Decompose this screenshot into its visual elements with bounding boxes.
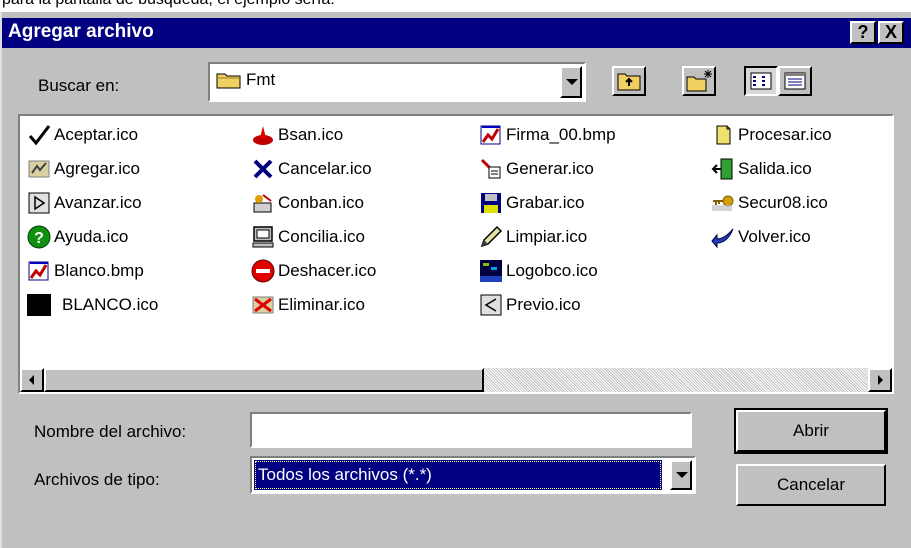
details-view-button[interactable] [778, 66, 812, 96]
list-item[interactable]: Secur08.ico [710, 188, 828, 218]
file-type-dropdown-button[interactable] [670, 460, 692, 490]
pencil-icon [478, 224, 504, 250]
list-item[interactable]: Limpiar.ico [478, 222, 587, 252]
delete-icon [250, 292, 276, 318]
bsan-icon [250, 122, 276, 148]
look-in-label: Buscar en: [38, 76, 120, 95]
file-type-value: Todos los archivos (*.*) [258, 465, 432, 484]
exit-door-icon [710, 156, 736, 182]
background-caption: para la pantalla de búsqueda, el ejemplo… [0, 0, 911, 12]
list-item[interactable]: Logobco.ico [478, 256, 598, 286]
file-type-label: Archivos de tipo: [34, 470, 160, 489]
list-item[interactable]: Deshacer.ico [250, 256, 376, 286]
forward-icon [26, 190, 52, 216]
horizontal-scrollbar[interactable] [20, 368, 892, 392]
svg-text:?: ? [34, 230, 44, 247]
cancel-x-icon [250, 156, 276, 182]
bitmap-icon [26, 258, 52, 284]
open-file-dialog: Agregar archivo ? X Buscar en: Fmt Acept… [0, 12, 911, 548]
title-bar: Agregar archivo ? X [2, 18, 911, 48]
conban-icon [250, 190, 276, 216]
chevron-down-icon [676, 472, 688, 478]
help-button[interactable]: ? [850, 21, 876, 44]
look-in-combo[interactable]: Fmt [208, 62, 586, 102]
list-view-button[interactable] [744, 66, 778, 96]
preview-icon [478, 292, 504, 318]
list-item[interactable]: BLANCO.ico [26, 290, 158, 320]
file-type-select[interactable]: Todos los archivos (*.*) [250, 456, 696, 494]
scroll-left-button[interactable] [20, 368, 44, 392]
list-item[interactable]: Volver.ico [710, 222, 811, 252]
list-item[interactable]: Previo.ico [478, 290, 581, 320]
list-item[interactable]: Firma_00.bmp [478, 120, 616, 150]
stop-icon [250, 258, 276, 284]
look-in-value: Fmt [246, 70, 276, 89]
file-name-input[interactable] [250, 412, 692, 448]
floppy-disk-icon [478, 190, 504, 216]
help-icon: ? [26, 224, 52, 250]
up-one-level-button[interactable] [612, 66, 646, 96]
cancel-button-label: Cancelar [776, 475, 846, 494]
list-item[interactable]: Blanco.bmp [26, 256, 144, 286]
list-item[interactable]: Avanzar.ico [26, 188, 142, 218]
cancel-button[interactable]: Cancelar [736, 464, 886, 506]
scroll-right-button[interactable] [868, 368, 892, 392]
list-item[interactable]: Eliminar.ico [250, 290, 365, 320]
chevron-down-icon [566, 79, 578, 85]
list-item[interactable]: ? Ayuda.ico [26, 222, 128, 252]
list-view-icon [750, 72, 772, 90]
list-item[interactable]: Conban.ico [250, 188, 364, 218]
document-icon [710, 122, 736, 148]
logo-icon [478, 258, 504, 284]
file-name-label: Nombre del archivo: [34, 422, 187, 441]
list-item[interactable]: Concilia.ico [250, 222, 365, 252]
generate-icon [478, 156, 504, 182]
list-item[interactable]: Salida.ico [710, 154, 812, 184]
open-button-label: Abrir [793, 421, 829, 440]
details-view-icon [784, 72, 806, 90]
scroll-thumb[interactable] [44, 368, 484, 392]
look-in-dropdown-button[interactable] [560, 66, 582, 98]
list-item[interactable]: Procesar.ico [710, 120, 832, 150]
bitmap-icon [478, 122, 504, 148]
background-caption-text: para la pantalla de búsqueda, el ejemplo… [2, 0, 335, 9]
black-square-icon [26, 292, 52, 318]
folder-icon [216, 70, 242, 95]
key-icon [710, 190, 736, 216]
file-list[interactable]: Aceptar.ico Agregar.ico Avanzar.ico ? Ay… [18, 114, 894, 394]
new-folder-button[interactable] [682, 66, 716, 96]
up-folder-icon [617, 73, 641, 91]
file-type-value-highlight: Todos los archivos (*.*) [254, 460, 662, 490]
checkmark-icon [26, 122, 52, 148]
new-folder-icon [686, 70, 712, 92]
back-arrow-icon [710, 224, 736, 250]
list-item[interactable]: Generar.ico [478, 154, 594, 184]
list-item[interactable]: Bsan.ico [250, 120, 343, 150]
list-item[interactable]: Agregar.ico [26, 154, 140, 184]
close-button[interactable]: X [878, 21, 904, 44]
computer-icon [250, 224, 276, 250]
arrow-right-icon [878, 375, 883, 385]
open-button[interactable]: Abrir [734, 408, 888, 454]
add-icon [26, 156, 52, 182]
dialog-title: Agregar archivo [8, 21, 154, 42]
list-item[interactable]: Grabar.ico [478, 188, 584, 218]
arrow-left-icon [29, 375, 34, 385]
list-item[interactable]: Aceptar.ico [26, 120, 138, 150]
list-item[interactable]: Cancelar.ico [250, 154, 372, 184]
